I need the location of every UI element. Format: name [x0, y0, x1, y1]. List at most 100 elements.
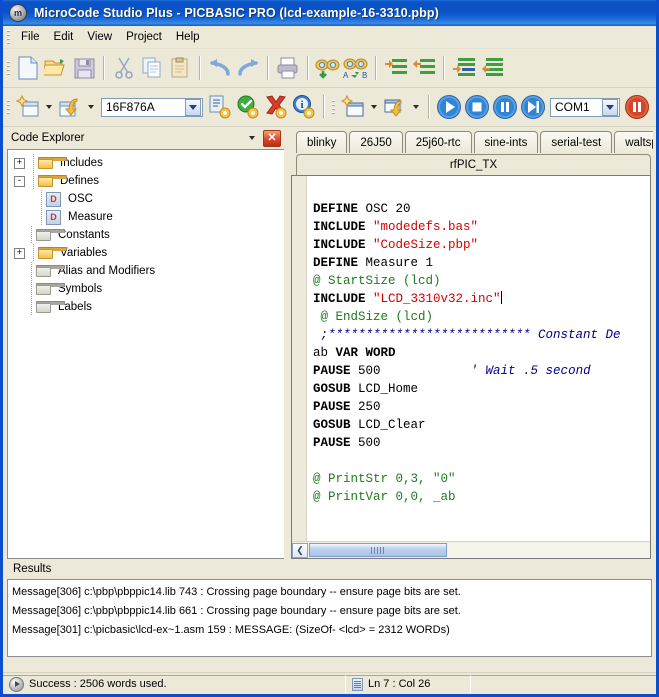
tab-serial-test[interactable]: serial-test — [540, 131, 612, 153]
pause-icon[interactable] — [491, 93, 519, 121]
results-line[interactable]: Message[306] c:\pbp\pbppic14.lib 743 : C… — [12, 583, 647, 602]
tree-item-measure[interactable]: D Measure — [14, 208, 284, 226]
tree-item-constants[interactable]: Constants — [14, 226, 284, 244]
open-project-icon[interactable] — [56, 93, 84, 121]
editor-horizontal-scrollbar[interactable]: ❮ — [292, 541, 650, 558]
code-token: "LCD_3310v32.inc" — [373, 292, 501, 306]
step-icon[interactable] — [519, 93, 547, 121]
find-icon[interactable] — [314, 54, 342, 82]
tab-waltsp[interactable]: waltsp — [614, 131, 653, 153]
folder-icon — [38, 175, 54, 188]
tree-item-symbols[interactable]: Symbols — [14, 280, 284, 298]
compile-icon[interactable] — [234, 93, 262, 121]
menu-item-edit[interactable]: Edit — [47, 28, 81, 46]
toolbar-grip-2[interactable] — [7, 100, 10, 114]
new-file-icon[interactable] — [14, 54, 42, 82]
open-project-dropdown-icon[interactable] — [84, 93, 98, 121]
results-line[interactable]: Message[306] c:\pbp\pbppic14.lib 661 : C… — [12, 602, 647, 621]
close-icon[interactable]: ✕ — [263, 130, 281, 147]
toolbar-separator-7 — [323, 95, 325, 119]
save-icon[interactable] — [70, 54, 98, 82]
paste-icon[interactable] — [166, 54, 194, 82]
menu-item-view[interactable]: View — [80, 28, 119, 46]
tab-sine-ints[interactable]: sine-ints — [474, 131, 539, 153]
tree-item-label: Alias and Modifiers — [57, 265, 155, 277]
serial-open-dropdown-icon[interactable] — [409, 93, 423, 121]
tree-item-osc[interactable]: D OSC — [14, 190, 284, 208]
indent-decrease-icon[interactable] — [410, 54, 438, 82]
editor-panel: blinky 26J50 25j60-rtc sine-ints serial-… — [291, 127, 656, 559]
find-replace-icon[interactable]: A B — [342, 54, 370, 82]
redo-icon[interactable] — [234, 54, 262, 82]
code-explorer-tree[interactable]: + Includes - Defines D OSC — [7, 149, 284, 559]
results-list[interactable]: Message[306] c:\pbp\pbppic14.lib 743 : C… — [7, 579, 652, 657]
tree-item-variables[interactable]: + Variables — [14, 244, 284, 262]
open-folder-icon[interactable] — [42, 54, 70, 82]
results-line[interactable]: Message[301] c:\picbasic\lcd-ex~1.asm 15… — [12, 621, 647, 640]
menu-item-project[interactable]: Project — [119, 28, 169, 46]
scrollbar-track[interactable] — [447, 543, 650, 558]
expand-toggle-icon[interactable]: + — [14, 248, 25, 259]
tree-item-alias-and-modifiers[interactable]: Alias and Modifiers — [14, 262, 284, 280]
window-title: MicroCode Studio Plus - PICBASIC PRO (lc… — [34, 6, 439, 20]
menu-item-help[interactable]: Help — [169, 28, 207, 46]
results-header: Results — [7, 559, 652, 579]
main-toolbar: A B — [3, 49, 656, 88]
serial-new-icon[interactable] — [339, 93, 367, 121]
code-token: ;*************************** Constant De — [313, 328, 621, 342]
scrollbar-thumb[interactable] — [309, 543, 447, 557]
toolbar-separator-3 — [267, 56, 269, 80]
device-combo-chevron-down-icon[interactable] — [185, 99, 201, 116]
tree-connector — [36, 190, 46, 208]
menu-item-file[interactable]: File — [14, 28, 47, 46]
serial-halt-icon[interactable] — [623, 93, 651, 121]
toolbar-grip-1[interactable] — [7, 61, 10, 75]
tree-connector — [28, 244, 38, 262]
tab-25j60-rtc[interactable]: 25j60-rtc — [405, 131, 472, 153]
new-project-dropdown-icon[interactable] — [42, 93, 56, 121]
indent-increase-icon[interactable] — [382, 54, 410, 82]
port-combo-chevron-down-icon[interactable] — [602, 99, 618, 116]
toolbar-grip-3[interactable] — [332, 100, 335, 114]
toolbar-separator-2 — [199, 56, 201, 80]
stop-icon[interactable] — [463, 93, 491, 121]
menu-grip[interactable] — [7, 30, 10, 44]
svg-text:i: i — [300, 99, 303, 111]
tree-item-includes[interactable]: + Includes — [14, 154, 284, 172]
code-editor-body: DEFINE OSC 20 INCLUDE "modedefs.bas" INC… — [292, 176, 650, 541]
code-explorer-panel: Code Explorer ✕ + Includes - — [3, 127, 286, 559]
define-icon: D — [46, 210, 61, 225]
tree-item-labels[interactable]: Labels — [14, 298, 284, 316]
code-text-area[interactable]: DEFINE OSC 20 INCLUDE "modedefs.bas" INC… — [307, 176, 650, 541]
comment-block-icon[interactable] — [450, 54, 478, 82]
compile-stop-icon[interactable] — [262, 93, 290, 121]
new-project-icon[interactable] — [14, 93, 42, 121]
print-icon[interactable] — [274, 54, 302, 82]
status-message-cell: Success : 2506 words used. — [3, 675, 345, 693]
chevron-down-icon[interactable] — [245, 131, 259, 145]
tree-item-defines[interactable]: - Defines — [14, 172, 284, 190]
port-combo[interactable]: COM1 — [550, 98, 620, 117]
tab-26j50[interactable]: 26J50 — [349, 131, 402, 153]
cut-icon[interactable] — [110, 54, 138, 82]
status-cursor-text: Ln 7 : Col 26 — [368, 678, 430, 690]
uncomment-block-icon[interactable] — [478, 54, 506, 82]
device-combo[interactable]: 16F876A — [101, 98, 203, 117]
serial-open-icon[interactable] — [381, 93, 409, 121]
run-icon[interactable] — [435, 93, 463, 121]
serial-new-dropdown-icon[interactable] — [367, 93, 381, 121]
undo-icon[interactable] — [206, 54, 234, 82]
toolbar-separator-8 — [428, 95, 430, 119]
scroll-left-arrow-icon[interactable]: ❮ — [292, 543, 308, 558]
app-icon-glyph: m — [14, 8, 22, 18]
copy-icon[interactable] — [138, 54, 166, 82]
tab-rfpic-tx[interactable]: rfPIC_TX — [296, 154, 651, 175]
toolbar-separator-6 — [443, 56, 445, 80]
collapse-toggle-icon[interactable]: - — [14, 176, 25, 187]
about-info-icon[interactable]: i — [290, 93, 318, 121]
expand-toggle-icon[interactable]: + — [14, 158, 25, 169]
view-listing-icon[interactable] — [206, 93, 234, 121]
tab-blinky[interactable]: blinky — [296, 131, 347, 153]
folder-icon — [36, 229, 52, 242]
status-bar: Success : 2506 words used. Ln 7 : Col 26 — [3, 672, 656, 694]
